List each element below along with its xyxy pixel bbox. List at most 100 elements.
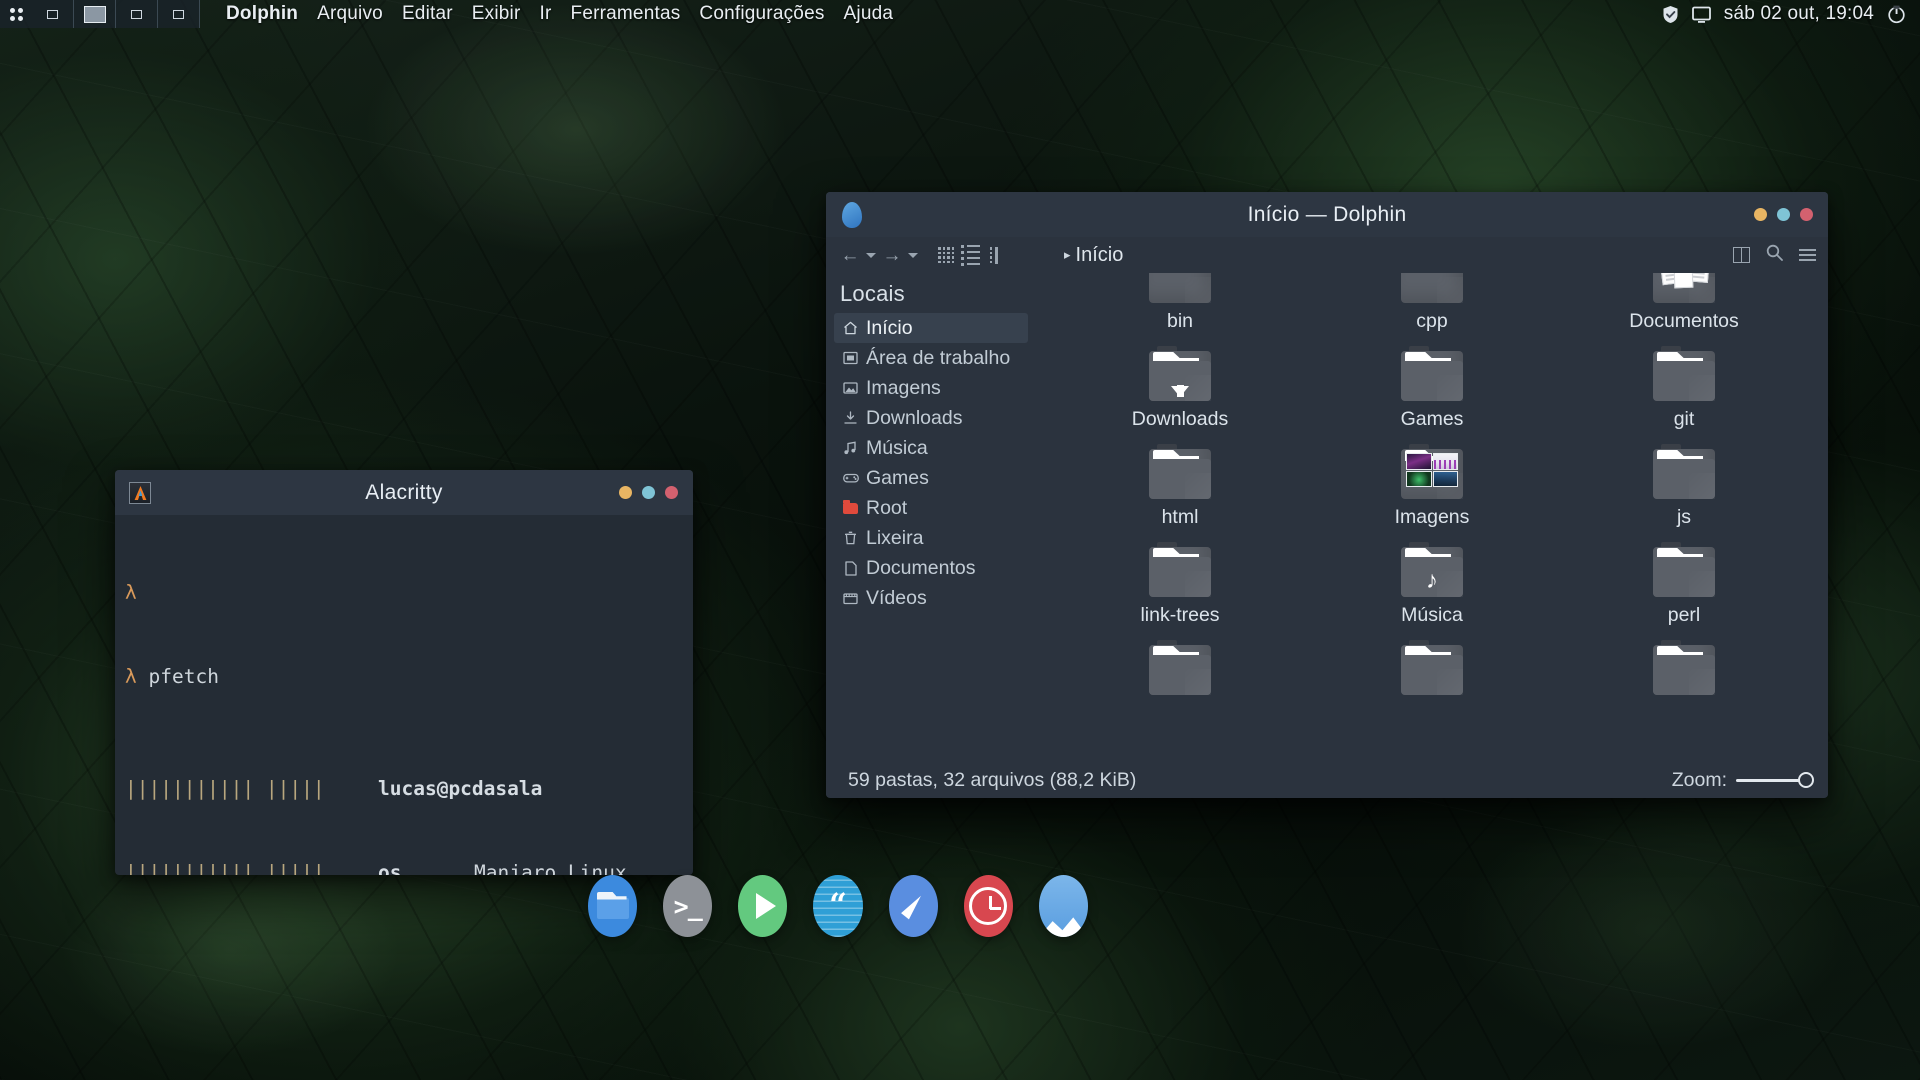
sidebar-item-label: Root (866, 497, 907, 520)
downloads-icon (842, 410, 859, 427)
sidebar-item-inicio[interactable]: Início (834, 313, 1028, 343)
menu-item-exibir[interactable]: Exibir (472, 3, 521, 25)
dolphin-file-manager-window[interactable]: Início — Dolphin ← → ▸ Início (826, 192, 1828, 798)
dolphin-titlebar[interactable]: Início — Dolphin (826, 192, 1828, 237)
forward-dropdown-chevron-down-icon[interactable] (904, 242, 922, 268)
display-icon[interactable] (1692, 6, 1711, 23)
dock-item-text-editor[interactable]: “ (813, 875, 862, 937)
file-grid-pane[interactable]: bin cpp Documentos (1036, 273, 1828, 763)
workspace-2[interactable] (74, 0, 116, 28)
folder-icon (1653, 351, 1715, 401)
file-name: Documentos (1629, 310, 1738, 333)
dolphin-statusbar: 59 pastas, 32 arquivos (88,2 KiB) Zoom: (826, 763, 1828, 797)
file-name: Downloads (1132, 408, 1228, 431)
file-item[interactable]: cpp (1306, 273, 1558, 333)
workspace-1[interactable] (32, 0, 74, 28)
sidebar-item-root[interactable]: Root (834, 493, 1028, 523)
terminal-output[interactable]: λ λ pfetch ||||||||||| |||||lucas@pcdasa… (115, 515, 693, 875)
compact-view-icon[interactable] (982, 242, 1006, 268)
compass-icon (901, 893, 925, 920)
sidebar-item-downloads[interactable]: Downloads (834, 403, 1028, 433)
dock-item-media-player[interactable] (738, 875, 787, 937)
zoom-slider[interactable] (1736, 779, 1806, 782)
dock-item-web-browser[interactable] (889, 875, 938, 937)
alacritty-titlebar[interactable]: Alacritty (115, 470, 693, 515)
dock-item-terminal[interactable]: >_ (663, 875, 712, 937)
details-view-icon[interactable] (958, 242, 982, 268)
minimize-button[interactable] (619, 486, 632, 499)
menu-item-ferramentas[interactable]: Ferramentas (571, 3, 681, 25)
menu-item-arquivo[interactable]: Arquivo (317, 3, 383, 25)
folder-icon (1149, 449, 1211, 499)
sidebar-item-lixeira[interactable]: Lixeira (834, 523, 1028, 553)
alacritty-terminal-window[interactable]: Alacritty λ λ pfetch ||||||||||| |||||lu… (115, 470, 693, 875)
menu-item-configuracoes[interactable]: Configurações (699, 3, 824, 25)
sidebar-item-area-de-trabalho[interactable]: Área de trabalho (834, 343, 1028, 373)
dock-item-dolphin-file-manager[interactable] (588, 875, 637, 937)
folder-documents-icon (1653, 273, 1715, 303)
file-item[interactable]: perl (1558, 547, 1810, 627)
sidebar-item-label: Downloads (866, 407, 962, 430)
shield-check-icon[interactable] (1662, 5, 1679, 24)
sidebar-item-label: Lixeira (866, 527, 923, 550)
file-item[interactable] (1306, 645, 1558, 695)
breadcrumb-path[interactable]: Início (1076, 244, 1124, 267)
dock-item-image-viewer[interactable] (1039, 875, 1088, 937)
alacritty-title: Alacritty (115, 481, 693, 505)
file-item[interactable]: html (1054, 449, 1306, 529)
workspace-4[interactable] (158, 0, 200, 28)
file-item[interactable]: ♪ Música (1306, 547, 1558, 627)
file-item[interactable]: link-trees (1054, 547, 1306, 627)
sidebar-item-musica[interactable]: Música (834, 433, 1028, 463)
file-item[interactable]: js (1558, 449, 1810, 529)
workspace-pager[interactable] (32, 0, 200, 28)
icons-view-icon[interactable] (934, 242, 958, 268)
zoom-label: Zoom: (1672, 769, 1727, 792)
play-icon (756, 893, 776, 919)
alacritty-icon (129, 482, 151, 504)
gamepad-icon (842, 470, 859, 487)
menu-item-ir[interactable]: Ir (540, 3, 552, 25)
sidebar-item-videos[interactable]: Vídeos (834, 583, 1028, 613)
close-button[interactable] (665, 486, 678, 499)
alacritty-window-controls (619, 486, 693, 499)
clock-datetime[interactable]: sáb 02 out, 19:04 (1724, 3, 1874, 25)
hamburger-menu-icon[interactable] (1799, 249, 1816, 261)
file-item[interactable] (1054, 645, 1306, 695)
sidebar-item-documentos[interactable]: Documentos (834, 553, 1028, 583)
breadcrumb[interactable]: ▸ Início (1064, 244, 1123, 267)
dolphin-icon (842, 202, 862, 228)
split-view-icon[interactable] (1733, 247, 1750, 263)
forward-icon[interactable]: → (880, 242, 904, 268)
menu-item-ajuda[interactable]: Ajuda (844, 3, 894, 25)
dock-item-clock[interactable] (964, 875, 1013, 937)
menu-item-dolphin[interactable]: Dolphin (226, 3, 298, 25)
minimize-button[interactable] (1754, 208, 1767, 221)
app-launcher-button[interactable] (0, 0, 32, 28)
search-icon[interactable] (1766, 244, 1783, 266)
file-item[interactable] (1558, 645, 1810, 695)
file-item[interactable]: Games (1306, 351, 1558, 431)
folder-icon (1149, 547, 1211, 597)
zoom-control[interactable]: Zoom: (1672, 769, 1806, 792)
file-item[interactable]: bin (1054, 273, 1306, 333)
maximize-button[interactable] (642, 486, 655, 499)
system-tray: sáb 02 out, 19:04 (1662, 3, 1920, 25)
back-icon[interactable]: ← (838, 242, 862, 268)
sidebar-item-games[interactable]: Games (834, 463, 1028, 493)
folder-icon (1401, 273, 1463, 303)
workspace-3[interactable] (116, 0, 158, 28)
file-name: perl (1668, 604, 1701, 627)
file-item[interactable]: Imagens (1306, 449, 1558, 529)
file-item[interactable]: Downloads (1054, 351, 1306, 431)
sidebar-item-imagens[interactable]: Imagens (834, 373, 1028, 403)
back-dropdown-chevron-down-icon[interactable] (862, 242, 880, 268)
zoom-slider-handle[interactable] (1798, 772, 1814, 788)
file-item[interactable]: git (1558, 351, 1810, 431)
desktop-icon (842, 350, 859, 367)
menu-item-editar[interactable]: Editar (402, 3, 453, 25)
file-item[interactable]: Documentos (1558, 273, 1810, 333)
power-icon[interactable] (1887, 5, 1906, 24)
close-button[interactable] (1800, 208, 1813, 221)
maximize-button[interactable] (1777, 208, 1790, 221)
